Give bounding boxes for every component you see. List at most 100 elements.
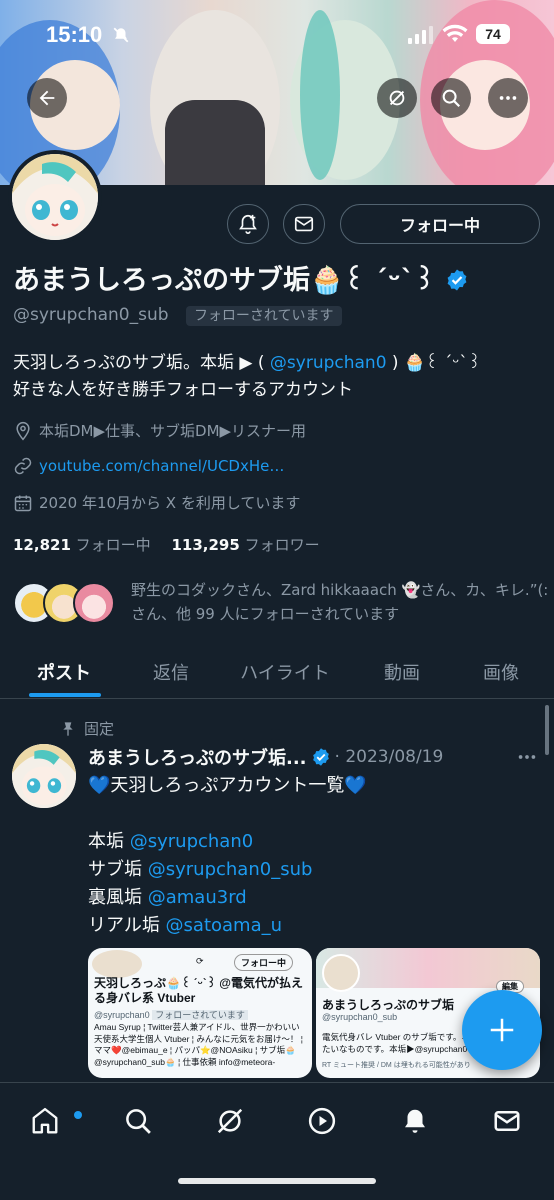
joined-row: 2020 年10月から X を利用しています xyxy=(13,492,300,513)
notify-add-icon xyxy=(239,214,257,234)
verified-badge-icon[interactable] xyxy=(445,268,469,292)
following-label: フォロー中 xyxy=(75,536,151,554)
pin-icon xyxy=(63,721,73,736)
following-count: 12,821 xyxy=(13,536,71,554)
profile-bio: 天羽しろっぷのサブ垢。本垢 ▶ ( @syrupchan0 ) 🧁꒰ ˊᵕˋ꒱ … xyxy=(13,350,543,404)
image-footer: RT ミュート推奨 / DM は埋もれる可能性があります xyxy=(322,1062,472,1069)
profile-avatar[interactable] xyxy=(8,150,102,244)
bio-line-2: 好きな人を好き勝手フォローするアカウント xyxy=(13,380,353,400)
nav-video[interactable] xyxy=(297,1099,347,1143)
image-notify-icon: ⟳ xyxy=(196,956,204,966)
avatar-illustration xyxy=(12,154,98,240)
following-stat[interactable]: 12,821 フォロー中 xyxy=(13,536,151,554)
account-mention-link[interactable]: @syrupchan0 xyxy=(130,831,253,852)
calendar-icon xyxy=(14,495,32,511)
image-handle: @syrupchan0_sub xyxy=(322,1012,398,1022)
account-label: 裏風垢 xyxy=(88,887,148,908)
post-account-line: 裏風垢 @amau3rd xyxy=(88,884,538,912)
location-text: 本垢DM▶仕事、サブ垢DM▶リスナー用 xyxy=(39,422,307,440)
active-tab-indicator xyxy=(29,693,101,697)
messages-icon xyxy=(494,1111,520,1131)
account-label: リアル垢 xyxy=(88,915,166,936)
more-button[interactable] xyxy=(488,78,528,118)
post-account-line: リアル垢 @satoama_u xyxy=(88,912,538,940)
battery-indicator: 74 xyxy=(476,24,510,44)
image-avatar-art xyxy=(322,954,360,992)
status-time: 15:10 xyxy=(46,22,103,47)
image-avatar-art xyxy=(92,950,142,978)
post-line: 💙天羽しろっぷアカウント一覧💙 xyxy=(88,775,367,796)
image-bio: 電気代身バレ Vtuber のサブ垢です。ネ たいなものです。本垢▶@syrup… xyxy=(322,1032,470,1054)
tab-media[interactable]: 画像 xyxy=(448,645,554,699)
more-icon xyxy=(499,96,517,100)
more-icon xyxy=(518,755,536,759)
following-button[interactable]: フォロー中 xyxy=(340,204,540,244)
post-date[interactable]: · 2023/08/19 xyxy=(335,747,444,767)
profile-handle: @syrupchan0_sub xyxy=(13,305,169,325)
bell-off-icon xyxy=(113,27,129,43)
grok-icon xyxy=(217,1108,243,1134)
verified-badge-icon xyxy=(312,748,329,766)
nav-grok[interactable] xyxy=(205,1099,255,1143)
image-title: 天羽しろっぷ🧁꒰ ˊᵕˋ꒱ @電気代が払える身バレ系 Vtuber xyxy=(94,976,303,1005)
tab-videos[interactable]: 動画 xyxy=(356,645,448,699)
scrollbar[interactable] xyxy=(545,705,549,755)
bio-mention-link[interactable]: @syrupchan0 xyxy=(270,353,387,373)
handle-row: @syrupchan0_sub フォローされています xyxy=(13,305,342,326)
avatar-illustration xyxy=(12,744,76,808)
post-account-line: 本垢 @syrupchan0 xyxy=(88,828,538,856)
followers-label: フォロワー xyxy=(244,536,320,554)
image-follow-btn: フォロー中 xyxy=(234,954,294,971)
image-handle: @syrupchan0 フォローされています xyxy=(94,1008,248,1021)
search-button[interactable] xyxy=(431,78,471,118)
account-label: 本垢 xyxy=(88,831,130,852)
location-row: 本垢DM▶仕事、サブ垢DM▶リスナー用 xyxy=(13,420,306,441)
back-icon xyxy=(39,90,55,106)
post-image-left[interactable]: ⟳ フォロー中 天羽しろっぷ🧁꒰ ˊᵕˋ꒱ @電気代が払える身バレ系 Vtube… xyxy=(88,948,312,1078)
followed-by-row[interactable]: 野生のコダックさん、Zard hikkaaach 👻さん、カ、キレ.”(:さん、… xyxy=(13,578,548,628)
post-author-name[interactable]: あまうしろっぷのサブ垢... xyxy=(88,744,307,770)
no-retweets-icon xyxy=(389,90,405,106)
pinned-label-row: 固定 xyxy=(60,718,114,739)
message-button[interactable] xyxy=(283,204,325,244)
tab-replies[interactable]: 返信 xyxy=(128,645,214,699)
nav-explore[interactable] xyxy=(113,1099,163,1143)
tab-posts[interactable]: ポスト xyxy=(0,645,128,699)
followers-count: 113,295 xyxy=(171,536,240,554)
home-icon xyxy=(32,1107,58,1134)
plus-icon xyxy=(490,1018,514,1042)
account-label: サブ垢 xyxy=(88,859,148,880)
website-link[interactable]: youtube.com/channel/UCDxHe… xyxy=(39,457,284,475)
account-mention-link[interactable]: @amau3rd xyxy=(148,887,247,908)
post-header: あまうしろっぷのサブ垢... · 2023/08/19 xyxy=(88,744,443,770)
bell-icon xyxy=(405,1109,425,1133)
home-indicator xyxy=(178,1178,376,1184)
back-button[interactable] xyxy=(27,78,67,118)
signal-icon xyxy=(408,26,433,44)
location-icon xyxy=(16,421,30,440)
follower-avatar xyxy=(73,582,115,624)
nav-home[interactable] xyxy=(20,1099,82,1143)
account-mention-link[interactable]: @syrupchan0_sub xyxy=(148,859,313,880)
bio-line-1: 天羽しろっぷのサブ垢。本垢 ▶ ( @syrupchan0 ) 🧁꒰ ˊᵕˋ꒱ xyxy=(13,350,543,377)
bio-text: ) 🧁꒰ ˊᵕˋ꒱ xyxy=(386,353,482,373)
nav-notifications[interactable] xyxy=(390,1099,440,1143)
search-icon xyxy=(442,89,461,108)
wifi-icon xyxy=(442,24,468,42)
link-icon xyxy=(14,457,32,475)
compose-button[interactable] xyxy=(462,990,542,1070)
account-mention-link[interactable]: @satoama_u xyxy=(166,915,282,936)
notify-button[interactable] xyxy=(227,204,269,244)
post-body: 💙天羽しろっぷアカウント一覧💙 本垢 @syrupchan0 サブ垢 @syru… xyxy=(88,772,538,940)
nav-messages[interactable] xyxy=(482,1099,532,1143)
home-notification-dot xyxy=(74,1111,82,1119)
post-author-avatar[interactable] xyxy=(12,744,76,808)
status-bar: 15:10 74 xyxy=(0,0,554,66)
followers-stat[interactable]: 113,295 フォロワー xyxy=(171,536,319,554)
post-more-button[interactable] xyxy=(516,746,538,772)
tab-highlights[interactable]: ハイライト xyxy=(214,645,356,699)
image-follows-you: フォローされています xyxy=(152,1010,248,1020)
website-row: youtube.com/channel/UCDxHe… xyxy=(13,456,284,476)
image-handle-text: @syrupchan0 xyxy=(94,1010,150,1020)
no-retweets-button[interactable] xyxy=(377,78,417,118)
